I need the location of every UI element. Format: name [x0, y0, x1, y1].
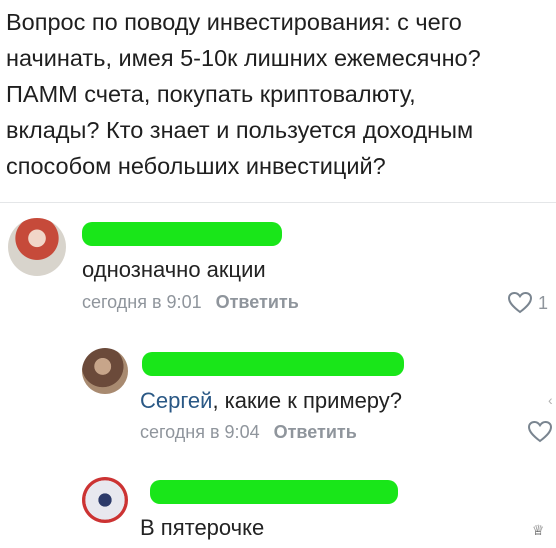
comment-body: В пятерочке [140, 515, 265, 540]
commenter-avatar[interactable] [8, 218, 66, 276]
author-name-redacted[interactable] [82, 222, 282, 246]
comment-text: В пятерочке [140, 515, 264, 541]
mention-link[interactable]: Сергей [140, 388, 212, 413]
commenter-avatar[interactable] [82, 477, 128, 523]
tag-icon: ♕ [532, 522, 545, 538]
comment-meta: сегодня в 9:01 Ответить [82, 292, 299, 313]
comment-time: сегодня в 9:04 [140, 422, 260, 442]
comment-body: , какие к примеру? [212, 388, 403, 413]
comment-meta: сегодня в 9:04 Ответить [140, 422, 357, 443]
comment-text: Сергей, какие к примеру? [140, 388, 402, 414]
heart-outline-icon [528, 421, 552, 443]
like-button[interactable]: 1 [508, 292, 548, 314]
comment-time: сегодня в 9:01 [82, 292, 202, 312]
like-count: 1 [538, 292, 549, 313]
heart-outline-icon [508, 292, 532, 314]
comment-body: однозначно акции [82, 257, 266, 282]
author-name-redacted[interactable] [150, 480, 398, 504]
arrow-edge-icon: ‹ [548, 392, 553, 408]
post-divider [0, 202, 556, 203]
post-text: Вопрос по поводу инвестирования: с чего … [6, 9, 481, 179]
commenter-avatar[interactable] [82, 348, 128, 394]
reply-button[interactable]: Ответить [274, 422, 357, 442]
author-name-redacted[interactable] [142, 352, 404, 376]
reply-button[interactable]: Ответить [216, 292, 299, 312]
like-button[interactable] [528, 421, 552, 443]
comment-text: однозначно акции [82, 257, 266, 283]
